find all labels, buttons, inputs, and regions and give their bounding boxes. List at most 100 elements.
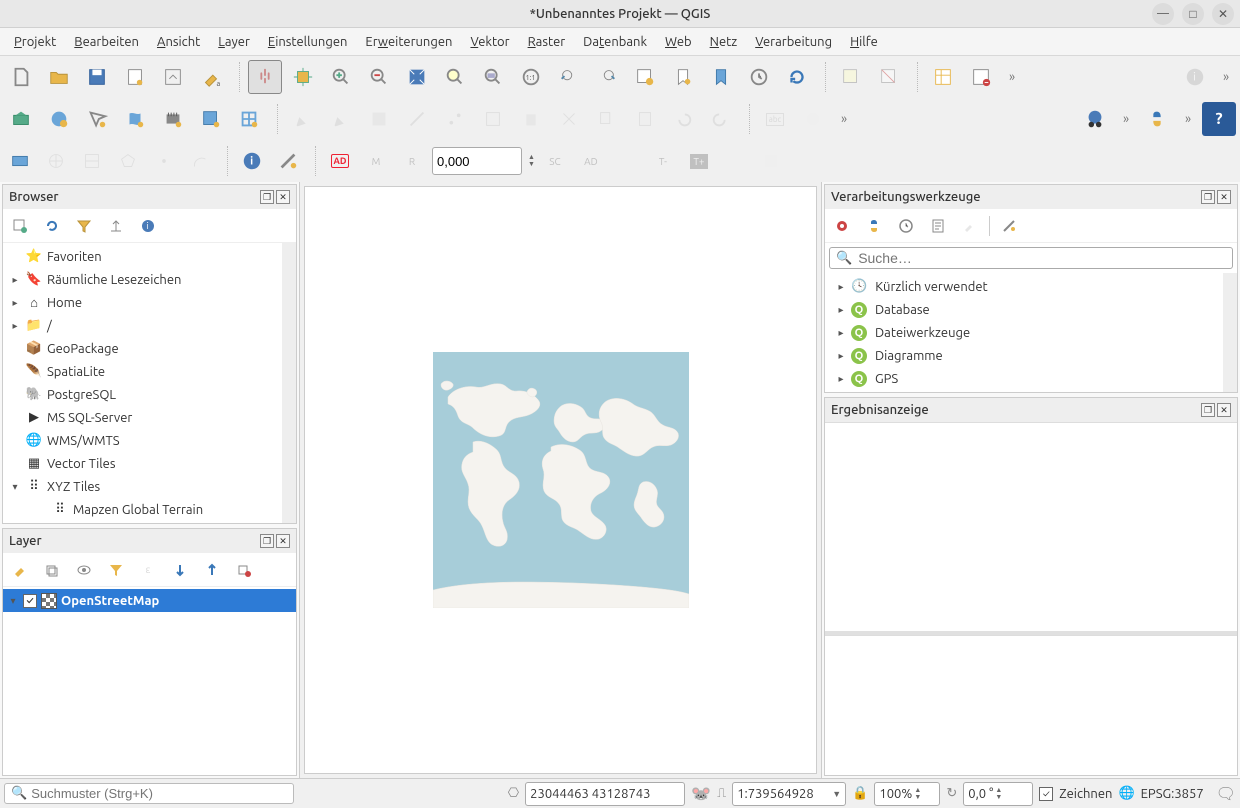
vertex-tool-button[interactable] [438,102,472,136]
menu-ansicht[interactable]: Ansicht [149,32,208,52]
browser-undock-button[interactable]: ❐ [260,190,274,204]
cad-blank2-button[interactable] [719,145,751,177]
circle-tool-button[interactable] [40,145,72,177]
menu-projekt[interactable]: Projekt [6,32,64,52]
help-button[interactable]: ? [1202,102,1236,136]
menu-datenbank[interactable]: Datenbank [575,32,655,52]
toolbar1-overflow-2[interactable]: » [1216,60,1236,94]
map-canvas-container[interactable] [304,186,817,774]
processing-results-button[interactable] [925,213,951,239]
menu-vektor[interactable]: Vektor [462,32,517,52]
crs-label[interactable]: EPSG:3857 [1141,787,1204,801]
new-bookmark-button[interactable] [666,60,700,94]
browser-filter-button[interactable] [71,213,97,239]
add-feature-button[interactable] [362,102,396,136]
redo-button[interactable] [704,102,738,136]
save-project-button[interactable] [80,60,114,94]
lock-icon[interactable]: 🔒 [852,786,868,801]
python-console-button[interactable] [1140,102,1174,136]
zoom-full-button[interactable] [400,60,434,94]
zoom-next-button[interactable] [590,60,624,94]
temporal-controller-button[interactable] [742,60,776,94]
processing-python-button[interactable] [861,213,887,239]
menu-hilfe[interactable]: Hilfe [842,32,886,52]
layers-expression-button[interactable]: ε [135,557,161,583]
help-info-button[interactable]: i [1178,60,1212,94]
processing-tree[interactable]: ▸🕓Kürzlich verwendet▸QDatabase▸QDateiwer… [825,273,1223,392]
coords-field[interactable]: 23044463 43128743 [525,782,685,806]
zoom-field[interactable]: 100%▲▼ [874,782,940,806]
menu-raster[interactable]: Raster [520,32,574,52]
maximize-button[interactable]: □ [1182,3,1204,25]
copy-features-button[interactable] [590,102,624,136]
open-project-button[interactable] [42,60,76,94]
toggle-editing-button[interactable] [286,102,320,136]
delete-selected-button[interactable] [514,102,548,136]
close-button[interactable]: ✕ [1212,3,1234,25]
zoom-to-selection-button[interactable] [438,60,472,94]
new-map-view-button[interactable] [628,60,662,94]
new-spatialite-button[interactable] [118,102,152,136]
processing-edit-button[interactable] [957,213,983,239]
select-features-button[interactable] [834,60,868,94]
layers-collapse-button[interactable] [199,557,225,583]
layers-remove-button[interactable] [231,557,257,583]
pan-button[interactable] [248,60,282,94]
style-manager-button[interactable]: a [194,60,228,94]
processing-gear-button[interactable] [829,213,855,239]
menu-bearbeiten[interactable]: Bearbeiten [66,32,147,52]
undo-button[interactable] [666,102,700,136]
cad-t2-button[interactable]: T+ [683,145,715,177]
layers-filter-button[interactable] [103,557,129,583]
cad-coord-input[interactable] [432,147,522,175]
rotation-field[interactable]: 0,0 °▲▼ [963,782,1033,806]
cad-m-button[interactable]: M [360,145,392,177]
menu-erweiterungen[interactable]: Erweiterungen [357,32,460,52]
layers-close-button[interactable]: ✕ [276,534,290,548]
new-memory-layer-button[interactable] [156,102,190,136]
cad-coord-spin[interactable]: ▲▼ [528,154,535,168]
results-undock-button[interactable]: ❐ [1201,403,1215,417]
browser-item[interactable]: 🌐WMS/WMTS [3,429,282,452]
processing-options-button[interactable] [996,213,1022,239]
browser-item[interactable]: ▸⌂Home [3,291,282,314]
polygon-tool-button[interactable] [112,145,144,177]
zoom-out-button[interactable] [362,60,396,94]
cad-t-button[interactable]: T- [647,145,679,177]
browser-item[interactable]: ▸🔖Räumliche Lesezeichen [3,268,282,291]
save-edits-button[interactable] [324,102,358,136]
layers-style-button[interactable] [7,557,33,583]
render-checkbox[interactable] [1039,787,1053,801]
toolbar2-overflow[interactable]: » [834,102,854,136]
refresh-button[interactable] [780,60,814,94]
new-shapefile-button[interactable] [80,102,114,136]
browser-item[interactable]: ▦Vector Tiles [3,452,282,475]
arc-tool-button[interactable] [184,145,216,177]
open-attr-table-button[interactable] [926,60,960,94]
processing-scrollbar[interactable] [1223,273,1237,392]
layers-visibility-button[interactable] [71,557,97,583]
browser-item[interactable]: 🐘PostgreSQL [3,383,282,406]
data-source-manager-button[interactable] [4,102,38,136]
browser-item[interactable]: ⭐Favoriten [3,245,282,268]
minimize-button[interactable]: — [1152,3,1174,25]
extents-icon[interactable]: 🐭 [691,784,711,803]
new-mesh-layer-button[interactable] [232,102,266,136]
paste-features-button[interactable] [628,102,662,136]
messages-icon[interactable]: 🗨 [1216,784,1236,803]
processing-item[interactable]: ▸QDatabase [825,298,1223,321]
identify-button[interactable]: i [236,145,268,177]
toolbar1-overflow[interactable]: » [1002,60,1022,94]
browser-item[interactable]: ⠿Mapzen Global Terrain [3,498,282,521]
browser-item[interactable]: ▾⠿XYZ Tiles [3,475,282,498]
toolbar2-overflow-2[interactable]: » [1116,102,1136,136]
zoom-to-layer-button[interactable] [476,60,510,94]
ellipse-tool-button[interactable] [76,145,108,177]
browser-item[interactable]: 📦GeoPackage [3,337,282,360]
zoom-native-button[interactable]: 1:1 [514,60,548,94]
browser-item[interactable]: ▸📁/ [3,314,282,337]
new-geopackage-button[interactable] [42,102,76,136]
browser-close-button[interactable]: ✕ [276,190,290,204]
processing-close-button[interactable]: ✕ [1217,190,1231,204]
new-virtual-layer-button[interactable] [194,102,228,136]
